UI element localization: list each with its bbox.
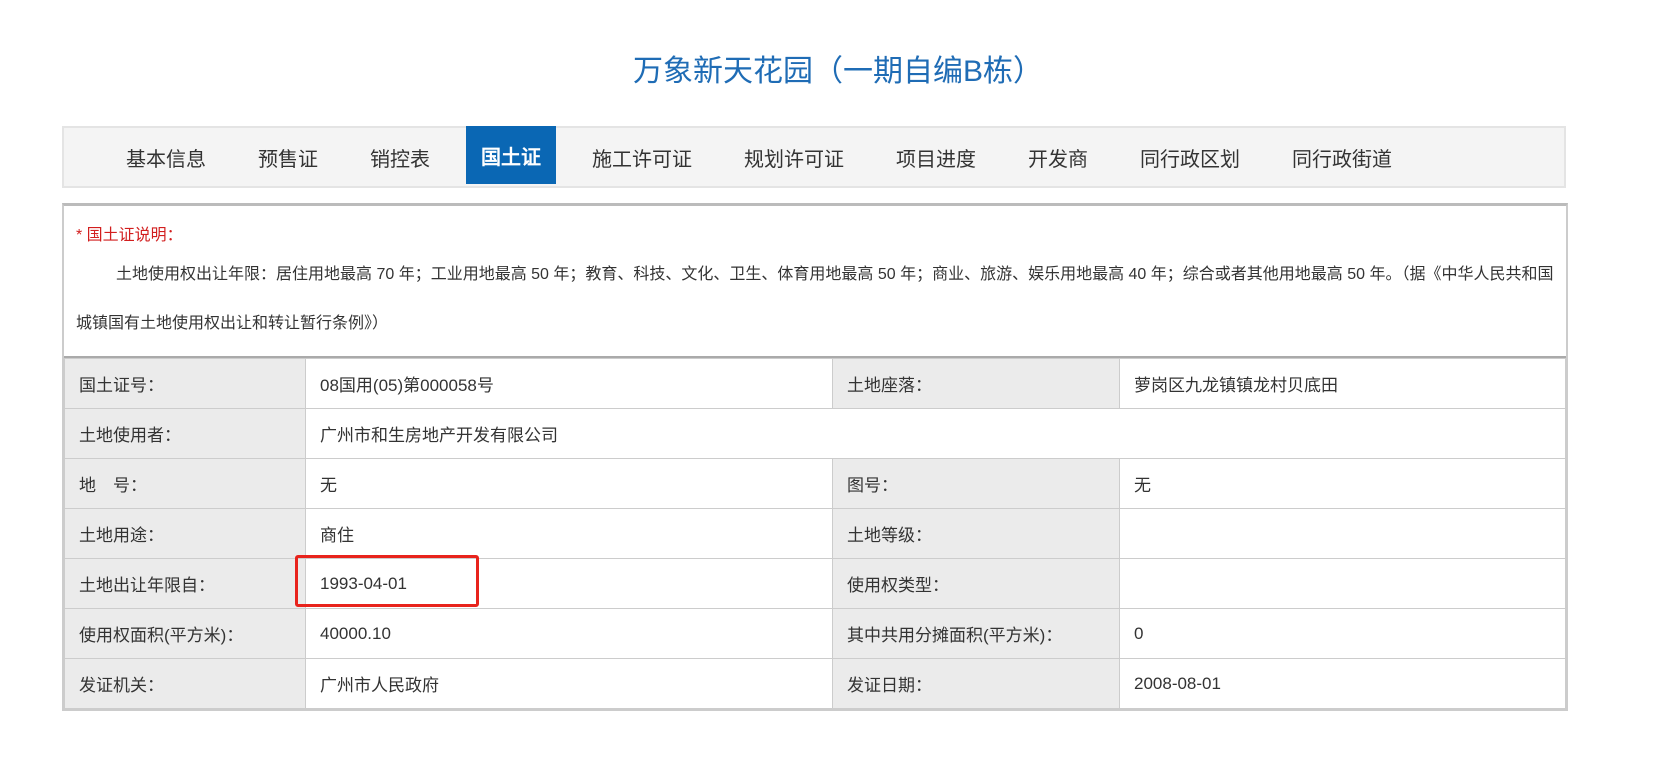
- table-row: 土地出让年限自： 1993-04-01 使用权类型：: [64, 558, 1566, 609]
- area-value: 40000.10: [305, 608, 833, 659]
- page-title: 万象新天花园（一期自编B栋）: [632, 55, 1043, 88]
- tab-presale-cert[interactable]: 预售证: [232, 128, 344, 186]
- tab-same-district[interactable]: 同行政区划: [1114, 128, 1266, 186]
- tab-bar: 基本信息 预售证 销控表 国土证 施工许可证 规划许可证 项目进度 开发商 同行…: [62, 126, 1566, 188]
- cert-no-value: 08国用(05)第000058号: [305, 358, 833, 409]
- land-cert-table: 国土证号： 08国用(05)第000058号 土地座落： 萝岗区九龙镇镇龙村贝底…: [64, 358, 1566, 709]
- tab-developer[interactable]: 开发商: [1002, 128, 1114, 186]
- user-label: 土地使用者：: [64, 408, 306, 459]
- tab-project-progress[interactable]: 项目进度: [870, 128, 1002, 186]
- issue-date-value: 2008-08-01: [1119, 658, 1566, 709]
- map-no-label: 图号：: [832, 458, 1120, 509]
- table-row: 发证机关： 广州市人民政府 发证日期： 2008-08-01: [64, 658, 1566, 709]
- tab-sales-table[interactable]: 销控表: [344, 128, 456, 186]
- area-label: 使用权面积(平方米)：: [64, 608, 306, 659]
- tab-same-street[interactable]: 同行政街道: [1266, 128, 1418, 186]
- table-row: 国土证号： 08国用(05)第000058号 土地座落： 萝岗区九龙镇镇龙村贝底…: [64, 358, 1566, 409]
- shared-area-value: 0: [1119, 608, 1566, 659]
- shared-area-label: 其中共用分摊面积(平方米)：: [832, 608, 1120, 659]
- term-from-label: 土地出让年限自：: [64, 558, 306, 609]
- cert-no-label: 国土证号：: [64, 358, 306, 409]
- tab-basic-info[interactable]: 基本信息: [100, 128, 232, 186]
- land-cert-note: * 国土证说明： 土地使用权出让年限：居住用地最高 70 年；工业用地最高 50…: [64, 206, 1566, 358]
- table-row: 使用权面积(平方米)： 40000.10 其中共用分摊面积(平方米)： 0: [64, 608, 1566, 659]
- lot-no-value: 无: [305, 458, 833, 509]
- note-body: 土地使用权出让年限：居住用地最高 70 年；工业用地最高 50 年；教育、科技、…: [76, 266, 1554, 332]
- issue-date-label: 发证日期：: [832, 658, 1120, 709]
- location-label: 土地座落：: [832, 358, 1120, 409]
- tab-planning-permit[interactable]: 规划许可证: [718, 128, 870, 186]
- right-type-value: [1119, 558, 1566, 609]
- usage-label: 土地用途：: [64, 508, 306, 559]
- issuer-label: 发证机关：: [64, 658, 306, 709]
- table-row: 土地使用者： 广州市和生房地产开发有限公司: [64, 408, 1566, 459]
- note-heading: * 国土证说明：: [76, 227, 183, 244]
- table-row: 地 号： 无 图号： 无: [64, 458, 1566, 509]
- right-type-label: 使用权类型：: [832, 558, 1120, 609]
- usage-value: 商住: [305, 508, 833, 559]
- highlight-annotation-box: [295, 555, 479, 607]
- issuer-value: 广州市人民政府: [305, 658, 833, 709]
- location-value: 萝岗区九龙镇镇龙村贝底田: [1119, 358, 1566, 409]
- grade-label: 土地等级：: [832, 508, 1120, 559]
- tab-construction-permit[interactable]: 施工许可证: [566, 128, 718, 186]
- lot-no-label: 地 号：: [64, 458, 306, 509]
- user-value: 广州市和生房地产开发有限公司: [305, 408, 1566, 459]
- tab-land-cert[interactable]: 国土证: [466, 126, 556, 184]
- table-row: 土地用途： 商住 土地等级：: [64, 508, 1566, 559]
- map-no-value: 无: [1119, 458, 1566, 509]
- grade-value: [1119, 508, 1566, 559]
- land-cert-panel: * 国土证说明： 土地使用权出让年限：居住用地最高 70 年；工业用地最高 50…: [62, 203, 1568, 711]
